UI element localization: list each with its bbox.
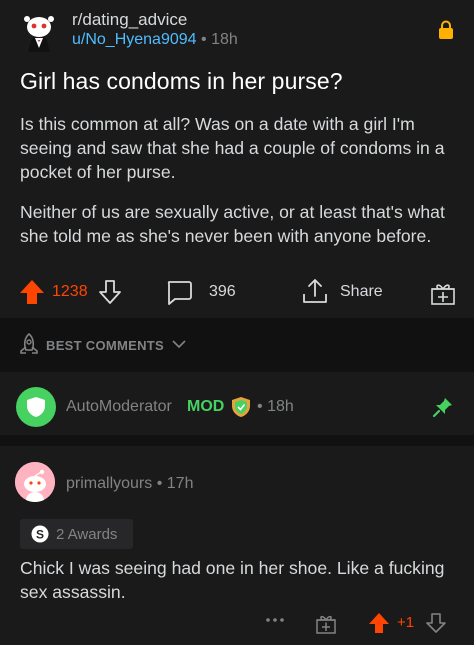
comment-meta: primallyours • 17h [66, 475, 193, 493]
award-icon[interactable] [315, 612, 337, 634]
mod-author[interactable]: AutoModerator [66, 398, 172, 416]
chevron-down-icon[interactable] [172, 338, 186, 350]
post-paragraph: Neither of us are sexually active, or at… [20, 202, 445, 246]
subreddit-avatar[interactable] [18, 10, 60, 52]
share-button[interactable]: Share [340, 283, 383, 301]
post-title[interactable]: Girl has condoms in her purse? [20, 68, 343, 95]
post-age: 18h [211, 31, 238, 48]
mod-meta: • 18h [257, 398, 294, 416]
comment-icon[interactable] [165, 280, 193, 306]
awards-label: 2 Awards [56, 526, 118, 543]
meta-separator: • [257, 398, 263, 415]
shield-icon [27, 397, 45, 417]
comment-author[interactable]: primallyours [66, 475, 152, 492]
post-header: r/dating_advice u/No_Hyena9094 • 18h [0, 0, 474, 62]
comment-vote-count: +1 [397, 614, 415, 631]
upvote-icon[interactable] [19, 279, 45, 305]
lock-icon [439, 20, 453, 39]
comment-sort-bar[interactable]: BEST COMMENTS [0, 318, 474, 372]
automoderator-avatar[interactable] [16, 387, 56, 427]
pin-icon [432, 398, 452, 418]
svg-text:S: S [36, 528, 44, 542]
divider [0, 436, 474, 446]
mod-age: 18h [267, 398, 294, 415]
downvote-icon[interactable] [98, 279, 122, 305]
silver-award-icon: S [31, 525, 49, 543]
sort-label[interactable]: BEST COMMENTS [46, 338, 164, 353]
downvote-icon[interactable] [426, 612, 446, 634]
rocket-icon [20, 332, 38, 354]
mod-shield-icon [232, 397, 250, 417]
post-paragraph: Is this common at all? Was on a date wit… [20, 114, 445, 182]
post-comment-count[interactable]: 396 [209, 283, 236, 301]
awards-chip[interactable]: S 2 Awards [20, 519, 133, 549]
share-icon[interactable] [300, 277, 330, 305]
tuxedo-snoo-icon [18, 10, 60, 52]
post-author[interactable]: u/No_Hyena9094 [72, 31, 197, 48]
snoo-avatar-icon [15, 462, 55, 502]
subreddit-name[interactable]: r/dating_advice [72, 10, 187, 30]
award-icon[interactable] [430, 280, 456, 306]
post-action-bar: 1238 396 Share [0, 272, 474, 312]
comment-body: Chick I was seeing had one in her shoe. … [20, 558, 445, 602]
post-meta: u/No_Hyena9094 • 18h [72, 31, 238, 49]
mod-comment[interactable]: AutoModerator MOD • 18h [0, 372, 474, 436]
post-vote-count: 1238 [52, 283, 88, 300]
meta-separator: • [156, 475, 163, 492]
more-options-icon[interactable] [264, 616, 286, 624]
upvote-icon[interactable] [368, 612, 390, 634]
meta-separator: • [201, 31, 207, 48]
mod-badge: MOD [187, 398, 225, 415]
comment-age: 17h [166, 475, 194, 492]
comment[interactable]: primallyours • 17h S 2 Awards Chick I wa… [0, 446, 474, 645]
comment-action-bar: +1 [0, 606, 474, 642]
commenter-avatar[interactable] [15, 462, 55, 502]
post-body: Is this common at all? Was on a date wit… [20, 112, 460, 264]
